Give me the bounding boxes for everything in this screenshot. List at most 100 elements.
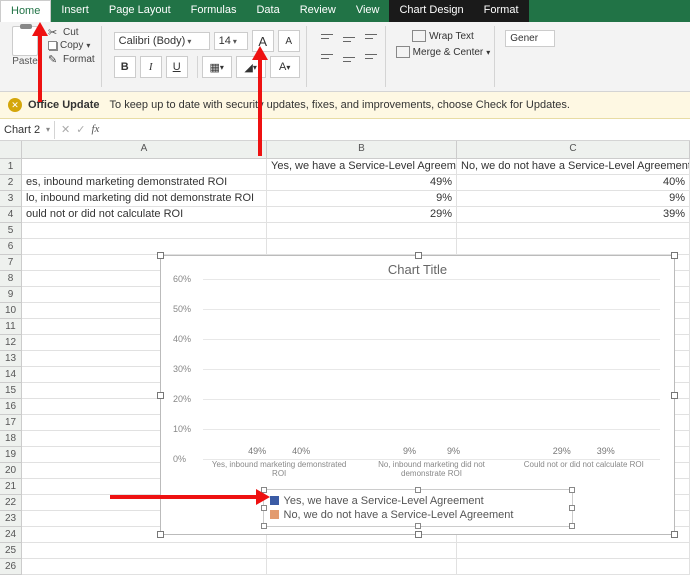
shrink-font-button[interactable]: A	[278, 30, 300, 52]
number-format-dropdown[interactable]: Gener	[505, 30, 555, 47]
tab-chart-design[interactable]: Chart Design	[389, 0, 473, 22]
cell[interactable]	[457, 223, 690, 239]
cell[interactable]: lo, inbound marketing did not demonstrat…	[22, 191, 267, 207]
cell[interactable]: ould not or did not calculate ROI	[22, 207, 267, 223]
align-left-button[interactable]	[317, 50, 337, 66]
row-header[interactable]: 15	[0, 383, 22, 399]
row-header[interactable]: 4	[0, 207, 22, 223]
tab-review[interactable]: Review	[290, 0, 346, 22]
font-name-dropdown[interactable]: Calibri (Body)▾	[114, 32, 210, 50]
font-size-dropdown[interactable]: 14▾	[214, 32, 248, 50]
format-painter-button[interactable]: Format	[48, 53, 95, 65]
cancel-icon[interactable]: ✕	[61, 123, 70, 136]
row-header[interactable]: 25	[0, 543, 22, 559]
row-header[interactable]: 5	[0, 223, 22, 239]
cell[interactable]: 29%	[267, 207, 457, 223]
dismiss-notification-button[interactable]: ✕	[8, 98, 22, 112]
column-header[interactable]: A	[22, 141, 267, 159]
font-name-value: Calibri (Body)	[119, 35, 186, 47]
cell[interactable]: 39%	[457, 207, 690, 223]
row-header[interactable]: 23	[0, 511, 22, 527]
legend-entry[interactable]: No, we do not have a Service-Level Agree…	[270, 508, 566, 522]
align-top-button[interactable]	[317, 30, 337, 46]
row-header[interactable]: 8	[0, 271, 22, 287]
cell[interactable]	[267, 223, 457, 239]
fill-color-button[interactable]: ◢ ▾	[236, 56, 266, 78]
row-header[interactable]: 11	[0, 319, 22, 335]
legend-swatch	[270, 496, 279, 505]
row-header[interactable]: 16	[0, 399, 22, 415]
embedded-chart[interactable]: Chart Title 0%10%20%30%40%50%60%49%40%9%…	[160, 255, 675, 535]
tab-page-layout[interactable]: Page Layout	[99, 0, 181, 22]
cell[interactable]	[267, 239, 457, 255]
cell[interactable]	[457, 239, 690, 255]
merge-center-button[interactable]: Merge & Center ▾	[396, 46, 491, 58]
cell[interactable]: 9%	[457, 191, 690, 207]
row-header[interactable]: 26	[0, 559, 22, 575]
tab-formulas[interactable]: Formulas	[181, 0, 247, 22]
cell[interactable]: es, inbound marketing demonstrated ROI	[22, 175, 267, 191]
font-color-button[interactable]: A ▾	[270, 56, 300, 78]
align-right-button[interactable]	[361, 50, 381, 66]
align-center-button[interactable]	[339, 50, 359, 66]
copy-button[interactable]: Copy ▾	[48, 40, 95, 51]
confirm-icon[interactable]: ✓	[76, 123, 85, 136]
tab-view[interactable]: View	[346, 0, 390, 22]
format-label: Format	[63, 54, 95, 65]
cell[interactable]	[22, 559, 267, 575]
column-header[interactable]: C	[457, 141, 690, 159]
name-box[interactable]: Chart 2 ▾	[0, 121, 55, 139]
fx-icon[interactable]: fx	[91, 123, 105, 137]
formula-input[interactable]	[111, 124, 690, 136]
cell[interactable]	[22, 239, 267, 255]
cell[interactable]	[457, 559, 690, 575]
row-header[interactable]: 9	[0, 287, 22, 303]
tab-insert[interactable]: Insert	[51, 0, 99, 22]
cell[interactable]	[267, 559, 457, 575]
border-button[interactable]: ▦▾	[202, 56, 232, 78]
cell[interactable]: Yes, we have a Service-Level Agreement	[267, 159, 457, 175]
cell[interactable]	[22, 223, 267, 239]
row-header[interactable]: 2	[0, 175, 22, 191]
italic-button[interactable]: I	[140, 56, 162, 78]
tab-format[interactable]: Format	[474, 0, 529, 22]
row-header[interactable]: 22	[0, 495, 22, 511]
align-middle-button[interactable]	[339, 30, 359, 46]
row-header[interactable]: 18	[0, 431, 22, 447]
tab-data[interactable]: Data	[246, 0, 289, 22]
row-header[interactable]: 10	[0, 303, 22, 319]
cell[interactable]	[457, 543, 690, 559]
legend-entry[interactable]: Yes, we have a Service-Level Agreement	[270, 494, 566, 508]
cut-button[interactable]: Cut	[48, 26, 95, 38]
grow-font-button[interactable]: A	[252, 30, 274, 52]
wrap-text-button[interactable]: Wrap Text	[412, 30, 474, 42]
row-header[interactable]: 13	[0, 351, 22, 367]
cell[interactable]: No, we do not have a Service-Level Agree…	[457, 159, 690, 175]
cell[interactable]: 49%	[267, 175, 457, 191]
bold-button[interactable]: B	[114, 56, 136, 78]
row-header[interactable]: 14	[0, 367, 22, 383]
row-header[interactable]: 6	[0, 239, 22, 255]
row-header[interactable]: 24	[0, 527, 22, 543]
cell[interactable]	[267, 543, 457, 559]
row-header[interactable]: 3	[0, 191, 22, 207]
row-header[interactable]: 1	[0, 159, 22, 175]
chart-title[interactable]: Chart Title	[161, 256, 674, 279]
cell[interactable]	[22, 543, 267, 559]
align-bottom-button[interactable]	[361, 30, 381, 46]
chart-legend[interactable]: Yes, we have a Service-Level AgreementNo…	[263, 489, 573, 527]
row-header[interactable]: 12	[0, 335, 22, 351]
row-header[interactable]: 7	[0, 255, 22, 271]
tab-home[interactable]: Home	[0, 0, 51, 22]
cell[interactable]: 40%	[457, 175, 690, 191]
cell[interactable]	[22, 159, 267, 175]
row-header[interactable]: 19	[0, 447, 22, 463]
row-header[interactable]: 21	[0, 479, 22, 495]
underline-button[interactable]: U	[166, 56, 188, 78]
row-header[interactable]: 17	[0, 415, 22, 431]
paste-button[interactable]: Paste	[6, 26, 44, 67]
cell[interactable]: 9%	[267, 191, 457, 207]
column-header[interactable]: B	[267, 141, 457, 159]
chart-plot-area[interactable]: 0%10%20%30%40%50%60%49%40%9%9%29%39%	[203, 279, 660, 459]
row-header[interactable]: 20	[0, 463, 22, 479]
